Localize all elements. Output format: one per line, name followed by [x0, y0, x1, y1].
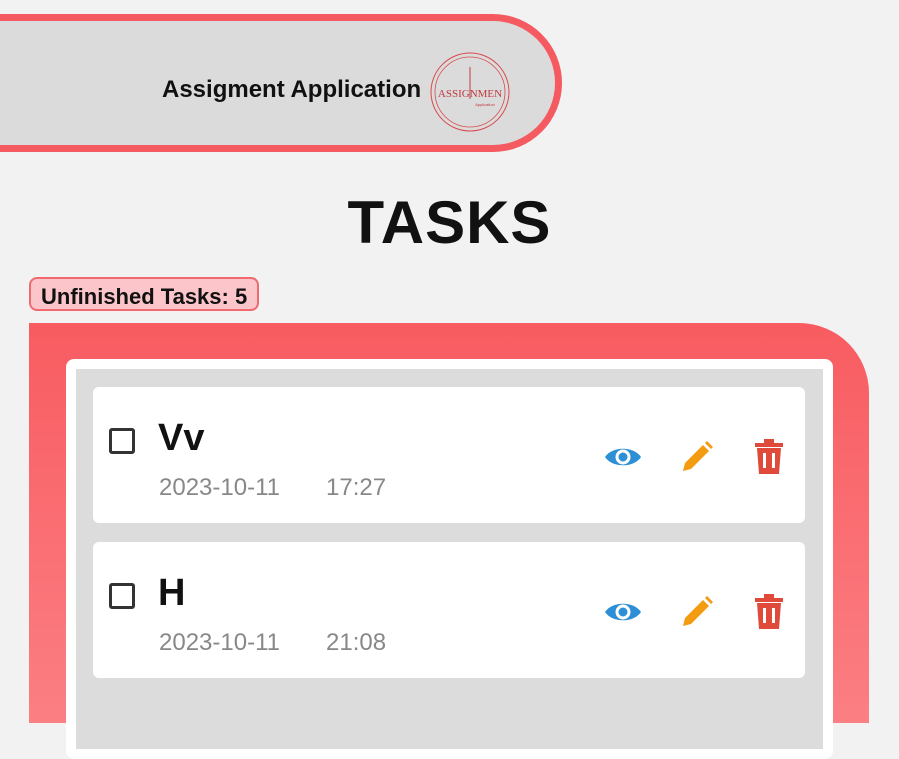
task-title: H — [158, 572, 186, 614]
task-checkbox[interactable] — [109, 428, 135, 454]
view-task-button[interactable] — [601, 437, 645, 477]
logo-text: ASSIGNMEN — [438, 88, 502, 100]
unfinished-tasks-badge: Unfinished Tasks: 5 — [29, 277, 260, 311]
app-header-inner: Assigment Application ASSIGNMEN Applicat… — [0, 21, 555, 145]
task-list: Vv 2023-10-11 17:27 H 2023-10-11 21:08 — [66, 359, 833, 759]
app-logo: ASSIGNMEN Application — [430, 52, 510, 132]
task-checkbox[interactable] — [109, 583, 135, 609]
delete-task-button[interactable] — [747, 437, 791, 477]
task-card: H 2023-10-11 21:08 — [93, 542, 805, 678]
eye-icon — [605, 603, 641, 621]
edit-task-button[interactable] — [675, 437, 719, 477]
pencil-icon — [683, 596, 713, 626]
trash-icon — [755, 439, 783, 474]
task-time: 21:08 — [326, 629, 387, 656]
delete-task-button[interactable] — [747, 592, 791, 632]
eye-icon — [605, 448, 641, 466]
pencil-icon — [683, 441, 713, 471]
view-task-button[interactable] — [601, 592, 645, 632]
task-time: 17:27 — [326, 474, 387, 501]
app-header: Assigment Application ASSIGNMEN Applicat… — [0, 14, 562, 152]
task-title: Vv — [158, 417, 205, 459]
task-date: 2023-10-11 — [159, 474, 280, 501]
app-title: Assigment Application — [162, 76, 422, 103]
edit-task-button[interactable] — [675, 592, 719, 632]
trash-icon — [755, 594, 783, 629]
tasks-panel: Vv 2023-10-11 17:27 H 2023-10-11 21:08 — [29, 323, 869, 759]
page-title: TASKS — [347, 189, 552, 256]
task-date: 2023-10-11 — [159, 629, 280, 656]
task-card: Vv 2023-10-11 17:27 — [93, 387, 805, 523]
logo-subtext: Application — [475, 102, 495, 107]
